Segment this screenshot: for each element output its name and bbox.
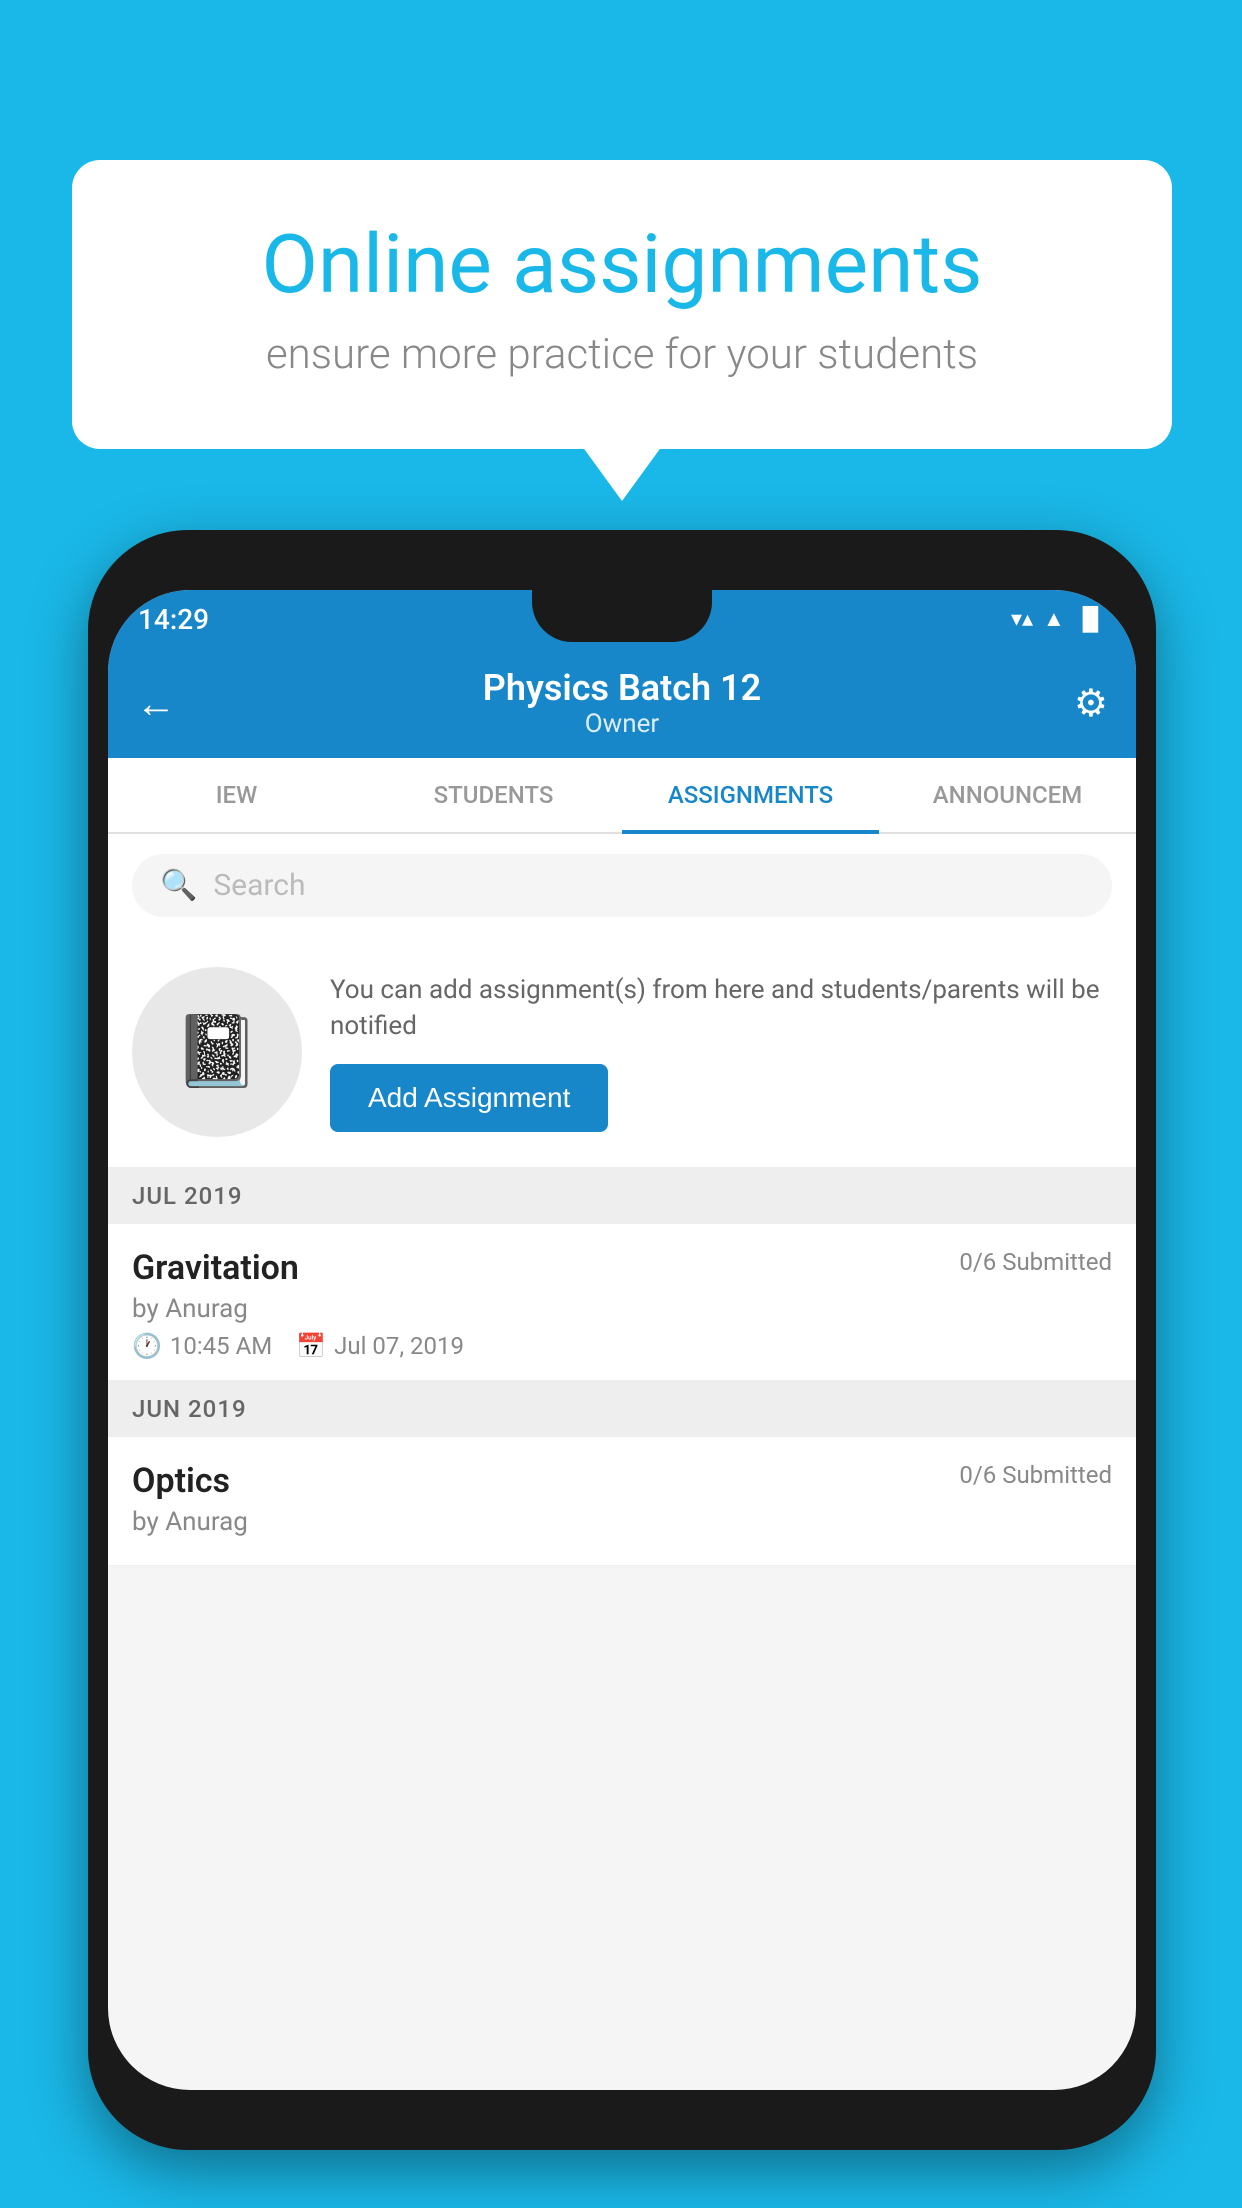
section-header-jul-label: JUL 2019 (132, 1182, 243, 1210)
tab-announcements[interactable]: ANNOUNCEM (879, 758, 1136, 832)
section-header-jun: JUN 2019 (108, 1381, 1136, 1437)
search-icon: 🔍 (160, 868, 197, 903)
signal-icon: ▲ (1043, 606, 1065, 632)
notebook-icon: 📓 (173, 1011, 260, 1093)
speech-bubble: Online assignments ensure more practice … (72, 160, 1172, 449)
tab-iew-label: IEW (216, 781, 257, 809)
assignment-time-gravitation: 10:45 AM (170, 1332, 272, 1360)
section-header-jul: JUL 2019 (108, 1168, 1136, 1224)
empty-icon-circle: 📓 (132, 967, 302, 1137)
section-header-jun-label: JUN 2019 (132, 1395, 247, 1423)
meta-time-gravitation: 🕐 10:45 AM (132, 1332, 272, 1360)
meta-date-gravitation: 📅 Jul 07, 2019 (296, 1332, 464, 1360)
tab-iew[interactable]: IEW (108, 758, 365, 832)
tab-students-label: STUDENTS (434, 781, 554, 809)
assignment-top-optics: Optics 0/6 Submitted (132, 1461, 1112, 1501)
clock-icon: 🕐 (132, 1332, 162, 1360)
assignment-submitted-gravitation: 0/6 Submitted (959, 1248, 1112, 1276)
bubble-title: Online assignments (152, 220, 1092, 310)
assignment-date-gravitation: Jul 07, 2019 (334, 1332, 464, 1360)
app-bar-subtitle: Owner (196, 709, 1048, 739)
empty-text-group: You can add assignment(s) from here and … (330, 972, 1112, 1133)
status-time: 14:29 (138, 603, 209, 636)
app-bar-title-group: Physics Batch 12 Owner (196, 667, 1048, 739)
assignment-author-optics: by Anurag (132, 1507, 1112, 1537)
back-button[interactable]: ← (136, 680, 196, 727)
assignment-name-optics: Optics (132, 1461, 230, 1501)
phone-frame: 14:29 ▾▴ ▲ ▐▌ ← Physics Batch 12 Owner ⚙ (88, 530, 1156, 2150)
assignment-submitted-optics: 0/6 Submitted (959, 1461, 1112, 1489)
search-bar[interactable]: 🔍 Search (132, 854, 1112, 917)
add-assignment-button[interactable]: Add Assignment (330, 1064, 608, 1132)
speech-bubble-container: Online assignments ensure more practice … (72, 160, 1172, 449)
tabs: IEW STUDENTS ASSIGNMENTS ANNOUNCEM (108, 758, 1136, 834)
assignment-top: Gravitation 0/6 Submitted (132, 1248, 1112, 1288)
assignment-author-gravitation: by Anurag (132, 1294, 1112, 1324)
assignment-item-gravitation[interactable]: Gravitation 0/6 Submitted by Anurag 🕐 10… (108, 1224, 1136, 1381)
empty-description: You can add assignment(s) from here and … (330, 972, 1112, 1045)
phone-screen: 14:29 ▾▴ ▲ ▐▌ ← Physics Batch 12 Owner ⚙ (108, 590, 1136, 2090)
battery-icon: ▐▌ (1075, 606, 1106, 632)
tab-students[interactable]: STUDENTS (365, 758, 622, 832)
assignment-item-optics[interactable]: Optics 0/6 Submitted by Anurag (108, 1437, 1136, 1566)
status-icons: ▾▴ ▲ ▐▌ (1011, 606, 1106, 632)
tab-assignments-label: ASSIGNMENTS (668, 781, 833, 809)
settings-button[interactable]: ⚙ (1048, 681, 1108, 726)
content-area: 🔍 Search 📓 You can add assignment(s) fro… (108, 834, 1136, 1566)
search-placeholder: Search (213, 868, 305, 903)
tab-assignments[interactable]: ASSIGNMENTS (622, 758, 879, 832)
empty-state: 📓 You can add assignment(s) from here an… (108, 937, 1136, 1168)
app-bar-title: Physics Batch 12 (196, 667, 1048, 709)
tab-announcements-label: ANNOUNCEM (933, 781, 1082, 809)
assignment-name-gravitation: Gravitation (132, 1248, 299, 1288)
wifi-icon: ▾▴ (1011, 607, 1033, 632)
bubble-subtitle: ensure more practice for your students (152, 330, 1092, 379)
calendar-icon: 📅 (296, 1332, 326, 1360)
screen-content: ← Physics Batch 12 Owner ⚙ IEW STUDENTS … (108, 648, 1136, 2090)
app-bar: ← Physics Batch 12 Owner ⚙ (108, 648, 1136, 758)
phone-notch (532, 590, 712, 642)
assignment-meta-gravitation: 🕐 10:45 AM 📅 Jul 07, 2019 (132, 1332, 1112, 1360)
